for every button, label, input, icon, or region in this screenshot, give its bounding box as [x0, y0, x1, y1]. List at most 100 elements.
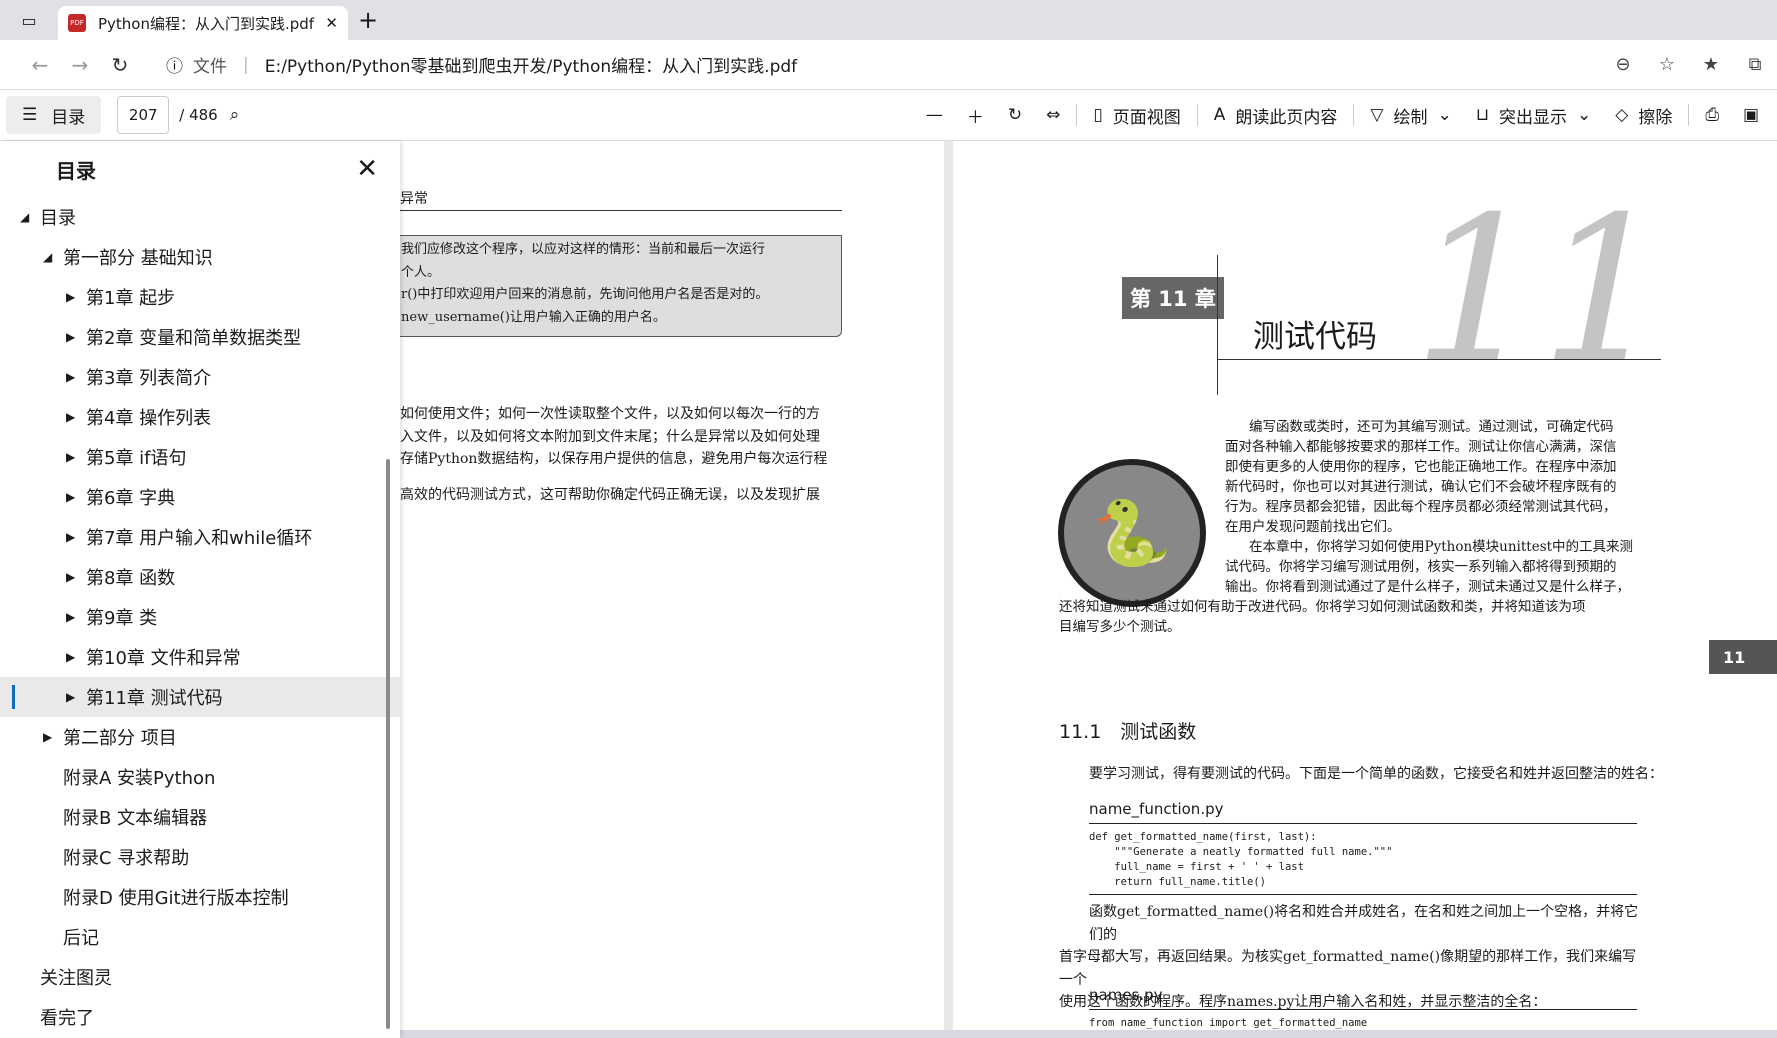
pdf-toolbar: ☰ 目录 207 / 486 ⌕ — ＋ ↻ ⇔ ▯ 页面视图 A 朗读此页内容 ▽…	[0, 90, 1777, 141]
toc-item-label: 附录C 寻求帮助	[63, 848, 190, 869]
zoom-icon[interactable]: ⊖	[1601, 54, 1645, 75]
save-icon[interactable]: ▣	[1731, 105, 1771, 125]
back-icon[interactable]: ←	[20, 45, 60, 85]
toc-item[interactable]: 关注图灵	[0, 957, 400, 997]
toc-item-label: 第一部分 基础知识	[63, 248, 213, 269]
collections-icon[interactable]: ⧉	[1733, 54, 1777, 75]
toc-button[interactable]: ☰ 目录	[6, 96, 102, 134]
paragraph: 要学习测试，得有要测试的代码。下面是一个简单的函数，它接受名和姓并返回整洁的姓名…	[1089, 766, 1663, 782]
toc-item[interactable]: ◢ 目录	[0, 197, 400, 237]
chapter-tag: 第 11 章	[1122, 277, 1224, 319]
chevron-down-icon[interactable]: ⌄	[1577, 105, 1591, 125]
toc-item[interactable]: ▶ 第11章 测试代码	[0, 677, 400, 717]
fit-page-icon[interactable]: ⇔	[1034, 105, 1072, 125]
toc-item-label: 关注图灵	[40, 968, 112, 989]
code-block: def get_formatted_name(first, last): """…	[1089, 831, 1393, 888]
toc-scrollbar[interactable]	[386, 459, 390, 1029]
page-total: / 486	[179, 106, 218, 124]
page-number-input[interactable]: 207	[117, 96, 170, 134]
expand-arrow-icon[interactable]: ▶	[66, 490, 86, 504]
chevron-down-icon[interactable]: ⌄	[1437, 105, 1451, 125]
erase-button[interactable]: ◇ 擦除	[1603, 103, 1684, 128]
zoom-in-icon[interactable]: ＋	[955, 103, 996, 128]
page-view-icon: ▯	[1093, 105, 1103, 125]
toc-item[interactable]: ▶ 第4章 操作列表	[0, 397, 400, 437]
toc-item[interactable]: 附录B 文本编辑器	[0, 797, 400, 837]
text-line: 面对各种输入都能够按要求的那样工作。测试让你信心满满，深信	[1225, 439, 1617, 455]
toc-item-label: 后记	[63, 928, 99, 949]
toc-item-label: 第9章 类	[86, 608, 158, 629]
rotate-icon[interactable]: ↻	[996, 105, 1034, 125]
toc-item[interactable]: 看完了	[0, 997, 400, 1037]
filename-label: names.py	[1089, 986, 1163, 1004]
expand-arrow-icon[interactable]: ▶	[66, 370, 86, 384]
favorites-icon[interactable]: ★	[1689, 54, 1733, 75]
read-aloud-button[interactable]: A 朗读此页内容	[1202, 103, 1350, 128]
toc-item[interactable]: 后记	[0, 917, 400, 957]
draw-button[interactable]: ▽ 绘制 ⌄	[1358, 103, 1463, 128]
expand-arrow-icon[interactable]: ▶	[66, 290, 86, 304]
zoom-out-icon[interactable]: —	[914, 105, 955, 125]
toc-item[interactable]: ▶ 第1章 起步	[0, 277, 400, 317]
new-tab-button[interactable]: +	[348, 0, 388, 40]
filename-label: name_function.py	[1089, 800, 1224, 818]
toc-item[interactable]: 附录A 安装Python	[0, 757, 400, 797]
expand-arrow-icon[interactable]: ▶	[66, 690, 86, 704]
tab-active[interactable]: PDF Python编程：从入门到实践.pdf ✕	[58, 6, 348, 40]
print-icon[interactable]: ⎙	[1693, 105, 1731, 125]
expand-arrow-icon[interactable]: ▶	[66, 610, 86, 624]
expand-arrow-icon[interactable]: ▶	[43, 730, 63, 744]
toc-panel: 目录 ✕ ◢ 目录 ◢ 第一部分 基础知识 ▶ 第1章 起步 ▶ 第2章 变量和简单数据类型 ▶…	[0, 141, 400, 1038]
url-field[interactable]: ⓘ 文件 | E:/Python/Python零基础到爬虫开发/Python编程…	[152, 47, 1589, 83]
toc-item-label: 第10章 文件和异常	[86, 648, 241, 669]
toc-item-label: 第1章 起步	[86, 288, 176, 309]
expand-arrow-icon[interactable]: ▶	[66, 330, 86, 344]
text-line: 试代码。你将学习编写测试用例，核实一系列输入都将得到预期的	[1225, 559, 1617, 575]
toc-item[interactable]: ▶ 第3章 列表简介	[0, 357, 400, 397]
expand-arrow-icon[interactable]: ▶	[66, 410, 86, 424]
expand-arrow-icon[interactable]: ▶	[66, 570, 86, 584]
add-favorite-icon[interactable]: ☆	[1645, 54, 1689, 75]
draw-icon: ▽	[1370, 105, 1384, 125]
toc-item[interactable]: ▶ 第二部分 项目	[0, 717, 400, 757]
left-page-header: 异常	[400, 188, 842, 211]
right-page: 11 第 11 章 测试代码 🐍 11 编写函数或类时，还可为其编写测试。通过测…	[953, 141, 1777, 1038]
highlight-button[interactable]: ⊔ 突出显示 ⌄	[1464, 103, 1604, 128]
text-line: 在用户发现问题前找出它们。	[1225, 519, 1401, 535]
chapter-side-tag: 11	[1709, 640, 1777, 674]
toc-item[interactable]: ◢ 第一部分 基础知识	[0, 237, 400, 277]
toc-item-label: 第6章 字典	[86, 488, 176, 509]
expand-arrow-icon[interactable]: ▶	[66, 530, 86, 544]
expand-arrow-icon[interactable]: ◢	[20, 210, 40, 224]
expand-arrow-icon[interactable]: ▶	[66, 450, 86, 464]
toc-item[interactable]: ▶ 第9章 类	[0, 597, 400, 637]
tab-actions-icon[interactable]: ▭	[0, 0, 58, 40]
eraser-icon: ◇	[1615, 105, 1629, 125]
close-icon[interactable]: ✕	[356, 154, 378, 184]
toc-item[interactable]: ▶ 第5章 if语句	[0, 437, 400, 477]
tab-bar: ▭ PDF Python编程：从入门到实践.pdf ✕ +	[0, 0, 1777, 40]
toc-item[interactable]: ▶ 第2章 变量和简单数据类型	[0, 317, 400, 357]
text-line: 首字母都大写，再返回结果。为核实get_formatted_name()像期望的…	[1059, 949, 1637, 988]
toc-item[interactable]: ▶ 第7章 用户输入和while循环	[0, 517, 400, 557]
text-line: 高效的代码测试方式，这可帮助你确定代码正确无误，以及发现扩展	[400, 486, 820, 503]
text-line: 输出。你将看到测试通过了是什么样子，测试未通过又是什么样子，	[1225, 579, 1630, 595]
forward-icon[interactable]: →	[60, 45, 100, 85]
toc-item-label: 第5章 if语句	[86, 448, 187, 469]
text-line: 行为。程序员都会犯错，因此每个程序员都必须经常测试其代码，	[1225, 499, 1617, 515]
toc-item[interactable]: ▶ 第8章 函数	[0, 557, 400, 597]
info-icon[interactable]: ⓘ	[166, 52, 183, 77]
toc-item[interactable]: ▶ 第10章 文件和异常	[0, 637, 400, 677]
toc-item[interactable]: ▶ 第6章 字典	[0, 477, 400, 517]
url-text[interactable]: E:/Python/Python零基础到爬虫开发/Python编程：从入门到实践…	[265, 52, 797, 77]
refresh-icon[interactable]: ↻	[100, 45, 140, 85]
toc-item[interactable]: 附录C 寻求帮助	[0, 837, 400, 877]
text-line: 新代码时，你也可以对其进行测试，确认它们不会破坏程序既有的	[1225, 479, 1617, 495]
expand-arrow-icon[interactable]: ▶	[66, 650, 86, 664]
expand-arrow-icon[interactable]: ◢	[43, 250, 63, 264]
page-view-button[interactable]: ▯ 页面视图	[1081, 103, 1192, 128]
search-icon[interactable]: ⌕	[218, 105, 252, 125]
toc-item[interactable]: 附录D 使用Git进行版本控制	[0, 877, 400, 917]
section-heading: 11.1 测试函数	[1059, 721, 1197, 743]
close-tab-icon[interactable]: ✕	[325, 14, 338, 32]
